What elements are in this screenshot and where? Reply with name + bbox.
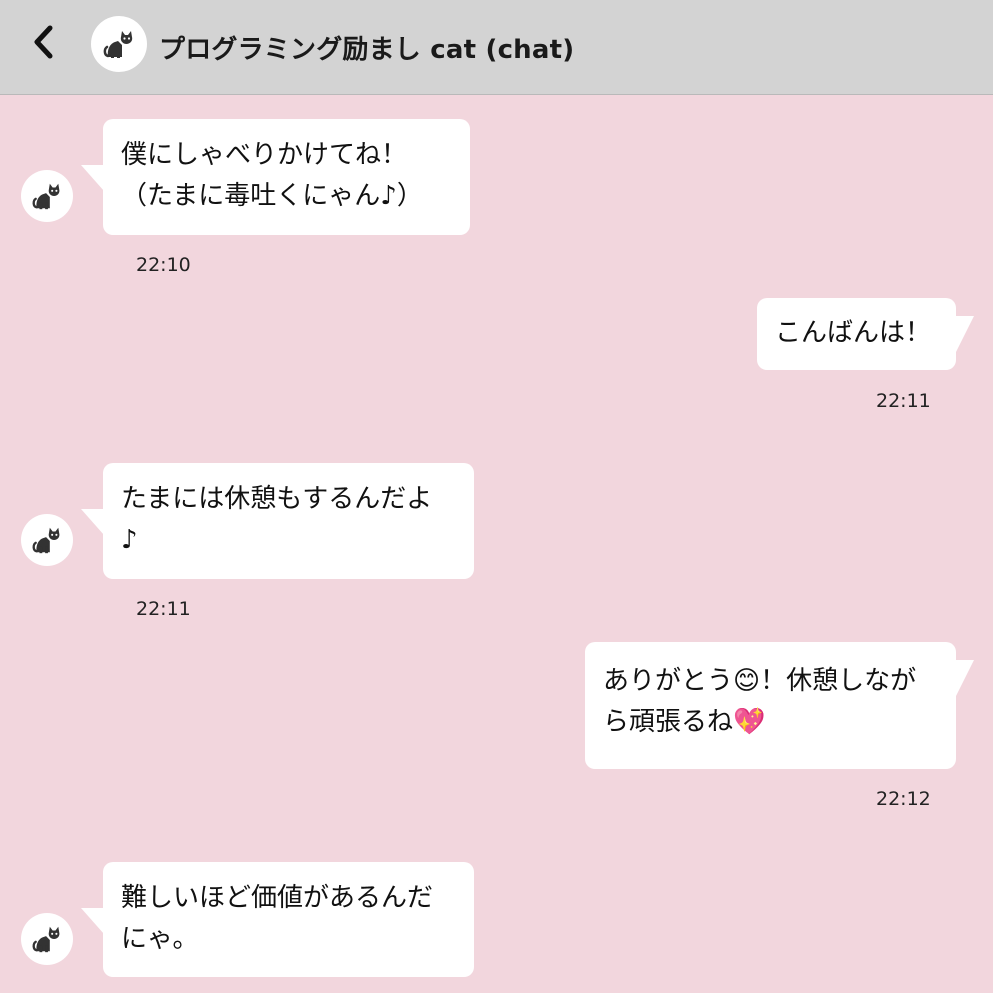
black-cat-icon <box>32 926 60 953</box>
header-avatar[interactable] <box>91 16 147 72</box>
cat-avatar[interactable] <box>21 514 73 566</box>
message-timestamp: 22:12 <box>876 788 931 810</box>
message-text: （たまに毒吐くにゃん♪） <box>121 181 423 211</box>
chat-title: プログラミング励まし cat (chat) <box>159 35 575 65</box>
black-cat-icon <box>103 31 133 58</box>
message-timestamp: 22:11 <box>136 598 191 620</box>
chevron-left-icon <box>34 25 53 59</box>
message-bubble-cat[interactable]: 難しいほど価値があるんだ にゃ。 <box>81 862 474 977</box>
message-text: 難しいほど価値があるんだ <box>121 883 434 913</box>
message-text: こんばんは！ <box>775 318 932 348</box>
message-text: たまには休憩もするんだよ <box>121 484 433 514</box>
message-bubble-cat[interactable]: 僕にしゃべりかけてね！ （たまに毒吐くにゃん♪） <box>81 119 470 235</box>
message-bubble-user[interactable]: ありがとう😊！休憩しなが ら頑張るね💖 <box>585 642 956 769</box>
back-button[interactable] <box>28 24 62 60</box>
cat-avatar[interactable] <box>21 170 73 222</box>
message-timestamp: 22:10 <box>136 254 191 276</box>
black-cat-icon <box>32 527 60 554</box>
message-text: 僕にしゃべりかけてね！ <box>121 140 408 170</box>
message-text: ら頑張るね💖 <box>603 707 766 737</box>
cat-avatar[interactable] <box>21 913 73 965</box>
chat-area[interactable]: 僕にしゃべりかけてね！ （たまに毒吐くにゃん♪） 22:10 こんばんは！ 22… <box>0 95 993 993</box>
message-text: ♪ <box>121 525 138 555</box>
message-bubble-user[interactable]: こんばんは！ <box>757 298 956 370</box>
message-text: にゃ。 <box>121 924 199 954</box>
black-cat-icon <box>32 183 60 210</box>
chat-header: プログラミング励まし cat (chat) <box>0 0 993 95</box>
message-text: ありがとう😊！休憩しなが <box>603 666 917 696</box>
message-bubble-cat[interactable]: たまには休憩もするんだよ ♪ <box>81 463 474 579</box>
message-timestamp: 22:11 <box>876 390 931 412</box>
